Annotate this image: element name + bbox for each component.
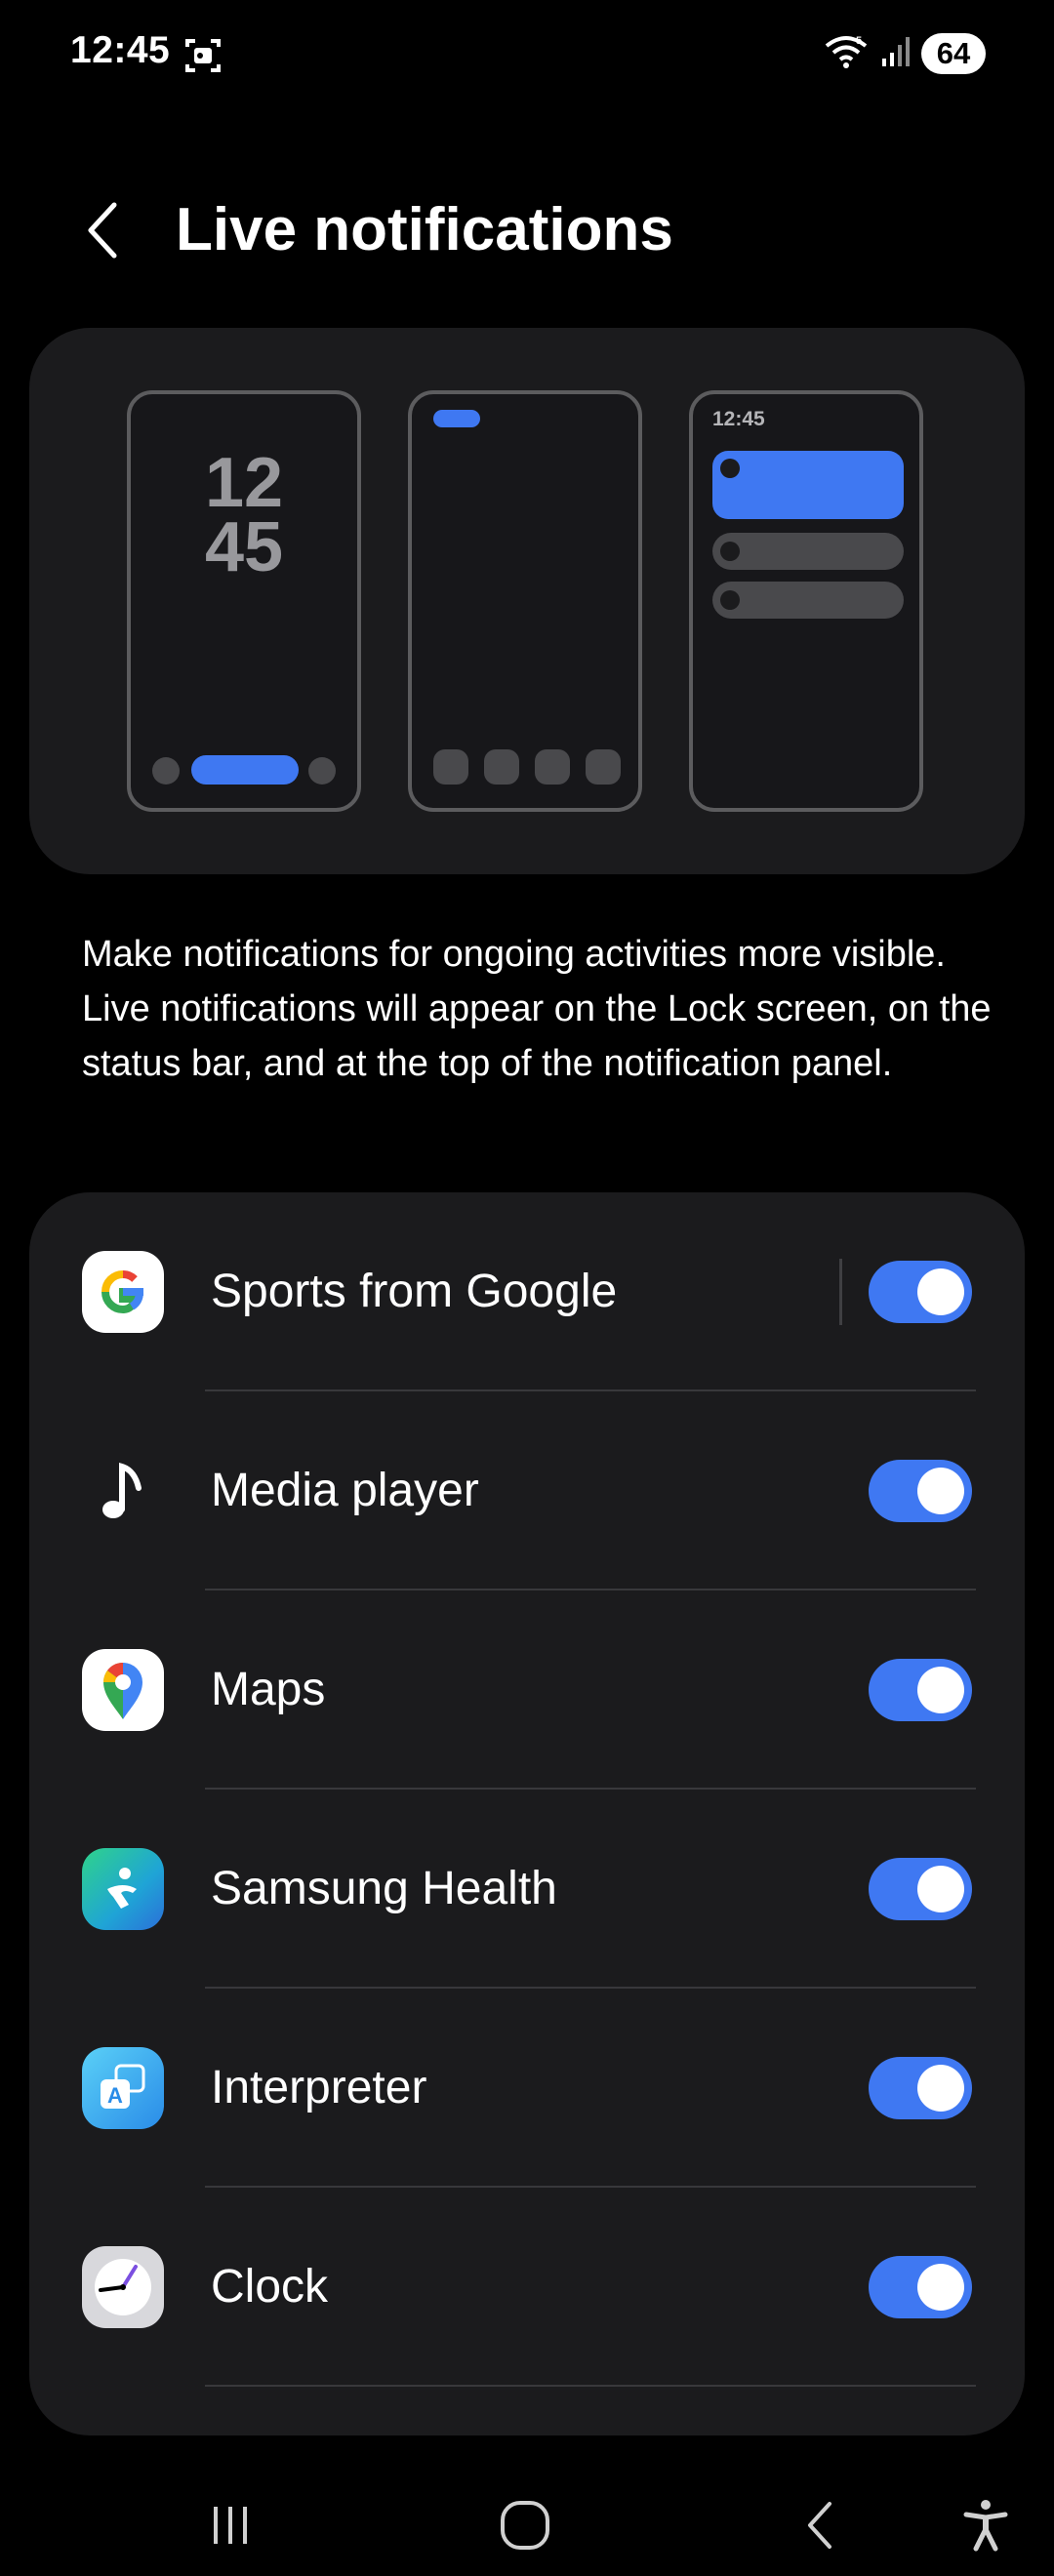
svg-text:5: 5: [856, 35, 862, 47]
page-title: Live notifications: [176, 196, 673, 263]
status-bar-illustration: [408, 390, 642, 812]
list-item-label: Samsung Health: [211, 1863, 557, 1914]
home-button[interactable]: [486, 2486, 564, 2564]
toggle-switch[interactable]: [869, 1460, 972, 1522]
back-icon: [808, 2502, 831, 2549]
google-icon: [82, 1251, 164, 1333]
interpreter-icon: A: [82, 2047, 164, 2129]
list-item[interactable]: A Interpreter: [29, 1989, 1025, 2188]
toggle-switch[interactable]: [869, 1261, 972, 1323]
app-list: Sports from Google Media player Maps Sam…: [29, 1192, 1025, 2435]
samsung-health-icon: [82, 1848, 164, 1930]
back-arrow-icon: [88, 202, 117, 259]
list-item[interactable]: Maps: [29, 1590, 1025, 1790]
lock-clock: 12 45: [204, 444, 284, 586]
svg-text:A: A: [107, 2083, 123, 2108]
list-item[interactable]: Media player: [29, 1391, 1025, 1590]
accessibility-icon: [963, 2500, 1008, 2552]
list-item-label: Media player: [211, 1465, 479, 1516]
music-note-icon: [82, 1450, 164, 1532]
status-right: 5 64: [824, 29, 986, 78]
list-item-label: Interpreter: [211, 2062, 427, 2113]
home-icon: [501, 2501, 549, 2550]
divider: [839, 1259, 842, 1325]
list-item-label: Maps: [211, 1664, 326, 1715]
lock-screen-illustration: 12 45: [127, 390, 361, 812]
list-item[interactable]: Clock: [29, 2188, 1025, 2387]
list-item-label: Sports from Google: [211, 1266, 618, 1317]
toggle-switch[interactable]: [869, 2256, 972, 2318]
toggle-switch[interactable]: [869, 1858, 972, 1920]
recents-icon: [214, 2507, 247, 2544]
list-item[interactable]: Samsung Health: [29, 1790, 1025, 1989]
toggle-switch[interactable]: [869, 1659, 972, 1721]
status-time: 12:45: [70, 29, 171, 71]
illustration-card: 12 45 12:45: [29, 328, 1025, 874]
toggle-switch[interactable]: [869, 2057, 972, 2119]
divider: [205, 2385, 976, 2387]
list-item-label: Clock: [211, 2261, 329, 2313]
list-item[interactable]: Sports from Google: [29, 1192, 1025, 1391]
maps-icon: [82, 1649, 164, 1731]
description-text: Make notifications for ongoing activitie…: [82, 934, 992, 1084]
accessibility-button[interactable]: [947, 2486, 1025, 2564]
battery-icon: 64: [921, 33, 986, 74]
notification-panel-illustration: 12:45: [689, 390, 923, 812]
signal-icon: [880, 35, 910, 73]
back-nav-button[interactable]: [781, 2486, 859, 2564]
recents-button[interactable]: [191, 2486, 269, 2564]
panel-time: 12:45: [712, 408, 765, 430]
clock-icon: [82, 2246, 164, 2328]
navigation-bar: [0, 2469, 1054, 2576]
screenshot-icon: [183, 37, 223, 74]
wifi-icon: 5: [824, 34, 869, 74]
back-button[interactable]: [68, 191, 137, 269]
